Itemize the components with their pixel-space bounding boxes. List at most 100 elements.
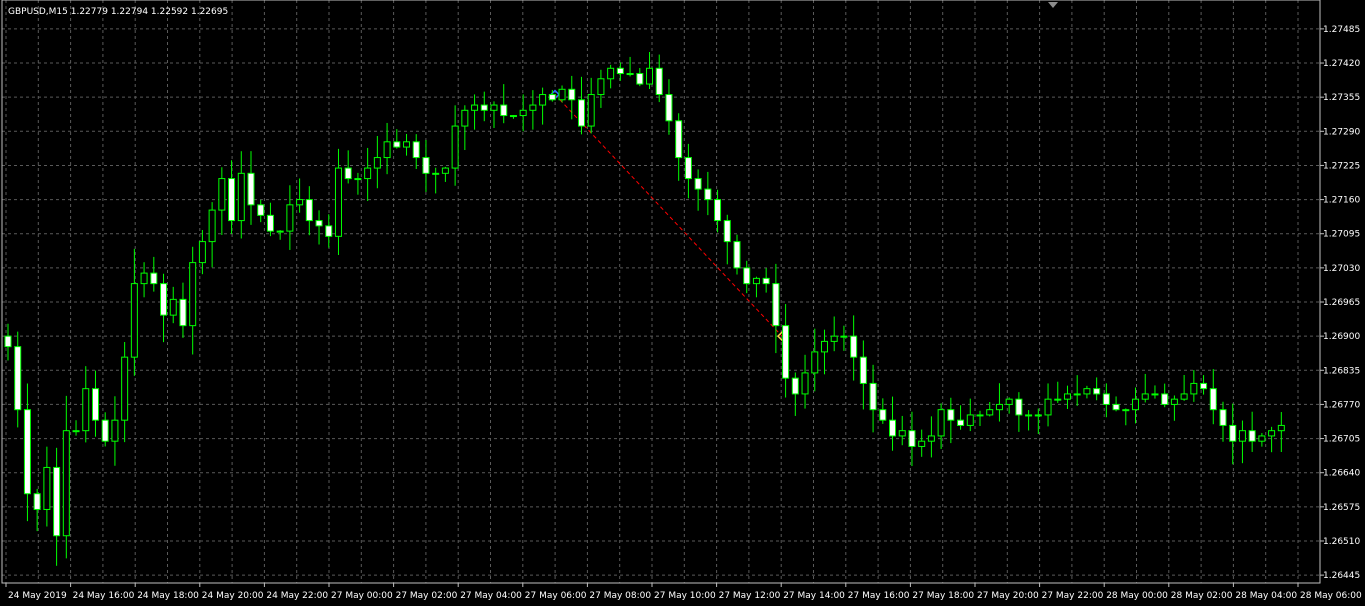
candle-body [986, 409, 994, 416]
candle-body [228, 178, 236, 222]
candle-body [276, 230, 284, 233]
candle-body [461, 109, 469, 127]
candle-body [927, 435, 935, 442]
candle-body [675, 120, 683, 159]
candle-body [14, 346, 22, 411]
candle-body [500, 104, 508, 117]
y-tick-label: 1.27420 [1323, 59, 1360, 69]
candle-body [82, 388, 90, 432]
x-tick-label: 24 May 22:00 [266, 591, 328, 601]
y-tick-label: 1.26510 [1323, 537, 1360, 547]
x-tick-label: 24 May 20:00 [202, 591, 264, 601]
candle-body [568, 88, 576, 101]
candle-body [72, 430, 80, 433]
y-tick-label: 1.27095 [1323, 230, 1360, 240]
candle-body [169, 298, 177, 316]
candle-body [665, 94, 673, 122]
candle-body [937, 409, 945, 437]
x-tick-label: 24 May 18:00 [137, 591, 199, 601]
candle-body [1015, 398, 1023, 416]
candle-body [752, 277, 760, 285]
candle-body [820, 340, 828, 353]
candle-body [1161, 393, 1169, 405]
candle-body [850, 335, 858, 358]
x-tick-label: 27 May 06:00 [525, 591, 587, 601]
candle-body [62, 430, 70, 537]
candle-body [1170, 398, 1178, 405]
candle-body [130, 283, 138, 358]
candle-body [791, 377, 799, 395]
candle-body [354, 178, 362, 181]
candle-body [1190, 382, 1198, 395]
chart-background [0, 0, 1365, 606]
candle-body [762, 277, 770, 285]
candle-body [490, 104, 498, 111]
candle-body [1034, 414, 1042, 417]
x-tick-label: 28 May 02:00 [1171, 591, 1233, 601]
candle-body [1248, 430, 1256, 442]
candle-body [179, 298, 187, 327]
candle-body [976, 414, 984, 417]
candle-body [548, 94, 556, 101]
candle-body [694, 178, 702, 190]
candle-body [441, 167, 449, 174]
candle-body [160, 283, 168, 316]
price-chart[interactable]: 1.27485 1.27420 1.27355 1.27290 1.27225 1.271… [0, 0, 1365, 606]
candle-body [509, 115, 517, 118]
candle-body [471, 104, 479, 111]
candle-body [1122, 409, 1130, 412]
candle-body [1063, 393, 1071, 400]
candle-body [539, 94, 547, 106]
candle-body [237, 172, 245, 222]
y-tick-label: 1.26640 [1323, 469, 1360, 479]
candle-body [1180, 393, 1188, 400]
y-tick-label: 1.27030 [1323, 264, 1360, 274]
candle-body [1093, 388, 1101, 395]
y-tick-label: 1.26965 [1323, 298, 1360, 308]
candle-body [364, 167, 372, 180]
y-tick-label: 1.27290 [1323, 127, 1360, 137]
candle-body [101, 419, 109, 442]
candle-body [325, 225, 333, 237]
y-tick-label: 1.26445 [1323, 571, 1360, 581]
candle-body [451, 125, 459, 169]
candle-body [859, 356, 867, 384]
y-tick-label: 1.26705 [1323, 435, 1360, 445]
x-tick-label: 27 May 02:00 [396, 591, 458, 601]
candle-body [1258, 435, 1266, 442]
candle-body [286, 204, 294, 232]
candle-body [403, 141, 411, 148]
candle-body [111, 419, 119, 442]
candle-body [1151, 393, 1159, 396]
candle-body [889, 419, 897, 437]
candle-body [91, 388, 99, 421]
y-tick-label: 1.26770 [1323, 400, 1360, 410]
candle-body [1005, 398, 1013, 405]
candle-body [519, 109, 527, 117]
y-tick-label: 1.27225 [1323, 161, 1360, 171]
candle-body [412, 141, 420, 159]
candle-body [1209, 388, 1217, 411]
candle-body [646, 67, 654, 85]
y-tick-label: 1.26575 [1323, 503, 1360, 513]
candle-body [218, 178, 226, 211]
candle-body [655, 67, 663, 96]
x-tick-label: 27 May 16:00 [848, 591, 910, 601]
y-tick-label: 1.26835 [1323, 366, 1360, 376]
chart-title: GBPUSD,M15 1.22779 1.22794 1.22592 1.226… [8, 7, 228, 17]
candle-body [344, 167, 352, 180]
candle-body [315, 220, 323, 227]
candle-body [33, 493, 41, 510]
candle-body [1219, 409, 1227, 426]
candle-body [947, 409, 955, 421]
candle-body [830, 335, 838, 342]
candle-body [704, 188, 712, 201]
candle-body [198, 241, 206, 264]
x-tick-label: 27 May 08:00 [589, 591, 651, 601]
candle-body [432, 172, 440, 175]
candle-body [373, 157, 381, 169]
candle-body [733, 241, 741, 269]
candle-body [1044, 398, 1052, 416]
candle-body [43, 466, 51, 510]
candle-body [995, 403, 1003, 411]
